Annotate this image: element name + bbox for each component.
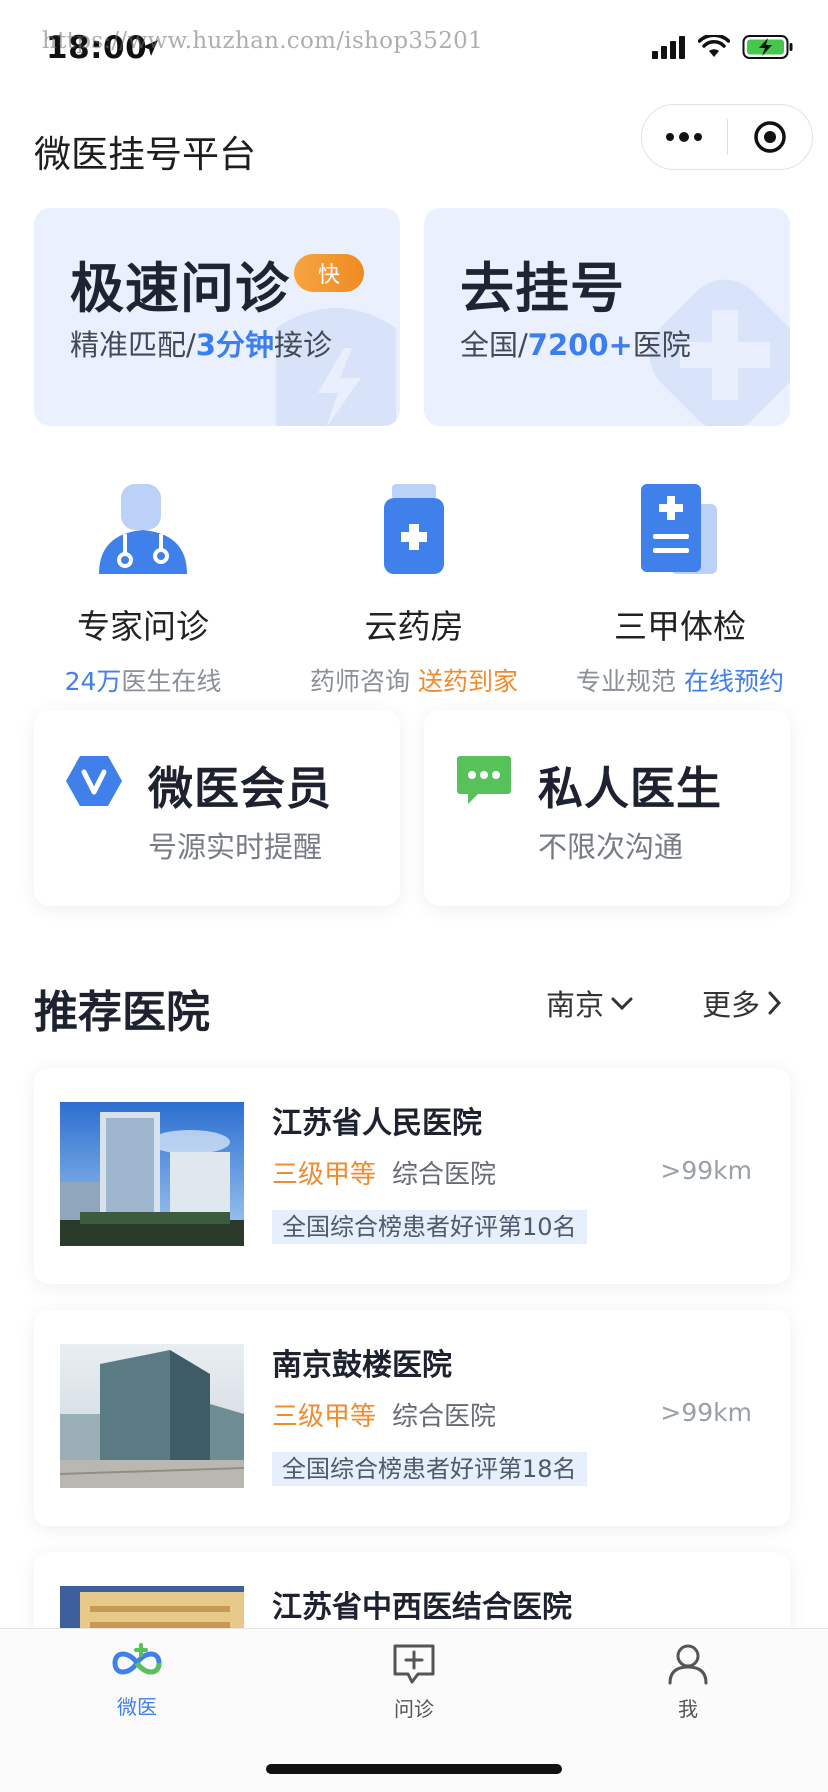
service-desc-text: 专业规范 [576,667,684,696]
medicine-bottle-icon [384,484,444,574]
wifi-icon [698,35,730,57]
service-name: 三甲体检 [614,607,746,646]
hospital-photo [60,1102,244,1246]
hospital-name: 江苏省人民医院 [272,1106,482,1141]
more-dots-icon [666,132,703,142]
hospital-rank-tag: 全国综合榜患者好评第10名 [272,1210,587,1244]
tab-consult[interactable]: 问诊 [354,1643,474,1722]
service-name: 云药房 [364,607,464,646]
vip-member-title: 微医会员 [148,762,333,815]
section-title: 推荐医院 [34,987,210,1038]
service-desc: 专业规范 在线预约 [542,662,818,698]
vip-member-subtitle: 号源实时提醒 [148,830,323,864]
watermark: https://www.huzhan.com/ishop35201 [42,28,484,54]
hospital-level: 三级甲等 [272,1160,377,1190]
tab-me[interactable]: 我 [628,1643,748,1722]
register-sub-highlight: 7200+ [527,328,633,362]
quick-consult-sub-text: 精准匹配/ [70,328,196,362]
service-checkup[interactable]: 三甲体检 专业规范 在线预约 [542,474,818,698]
chat-bubble-icon [457,756,511,804]
quick-consult-title: 极速问诊 [70,257,290,320]
hospital-rank-tag: 全国综合榜患者好评第18名 [272,1452,587,1486]
service-pharmacy[interactable]: 云药房 药师咨询 送药到家 [276,474,552,698]
quick-consult-subtitle: 精准匹配/3分钟接诊 [70,322,332,364]
vip-v-icon [66,756,122,806]
page-title: 微医挂号平台 [34,133,256,176]
private-doctor-subtitle: 不限次沟通 [538,830,684,864]
more-label: 更多 [702,988,761,1022]
chevron-right-icon [768,991,782,1015]
home-indicator[interactable] [266,1764,562,1774]
hospital-level: 三级甲等 [272,1402,377,1432]
hospital-card[interactable]: 南京鼓楼医院 三级甲等 综合医院 >99km 全国综合榜患者好评第18名 [34,1310,790,1526]
quick-consult-sub-tail: 接诊 [273,328,332,362]
service-desc-highlight: 在线预约 [683,667,784,696]
vip-member-card[interactable]: 微医会员 号源实时提醒 [34,710,400,906]
doctor-icon [99,484,187,574]
register-subtitle: 全国/7200+医院 [460,322,691,364]
private-doctor-card[interactable]: 私人医生 不限次沟通 [424,710,790,906]
private-doctor-title: 私人医生 [538,762,723,815]
register-sub-tail: 医院 [632,328,691,362]
city-selector[interactable]: 南京 [546,982,634,1024]
service-desc-highlight: 24万 [64,667,122,696]
tab-weiyi[interactable]: 微医 [77,1643,197,1720]
medical-report-icon [641,484,717,574]
tab-label: 我 [678,1697,698,1721]
hospital-photo [60,1344,244,1488]
battery-charging-icon [742,35,793,59]
tab-label: 微医 [117,1695,157,1719]
fast-badge: 快 [294,254,364,292]
tab-label: 问诊 [394,1697,434,1721]
person-icon [668,1644,708,1685]
service-desc-highlight: 送药到家 [417,667,518,696]
hospital-distance: >99km [660,1156,752,1185]
service-desc-text: 医生在线 [121,667,222,696]
close-miniprogram-button[interactable] [728,105,813,169]
hospital-distance: >99km [660,1398,752,1427]
hospital-name: 南京鼓楼医院 [272,1348,452,1383]
status-indicators [652,34,794,60]
hospital-type: 综合医院 [392,1160,497,1190]
register-title: 去挂号 [460,257,625,320]
consult-icon [393,1644,435,1684]
miniprogram-capsule [641,104,813,170]
register-card[interactable]: 去挂号 全国/7200+医院 [424,208,790,426]
service-name: 专家问诊 [77,607,209,646]
hospital-name: 江苏省中西医结合医院 [272,1590,572,1625]
more-link[interactable]: 更多 [702,982,782,1024]
service-desc-text: 药师咨询 [310,667,418,696]
quick-consult-card[interactable]: 极速问诊 快 精准匹配/3分钟接诊 [34,208,400,426]
hospital-type: 综合医院 [392,1402,497,1432]
status-bar: 18:00 https://www.huzhan.com/ishop35201 [0,0,828,90]
hospital-card[interactable]: 江苏省人民医院 三级甲等 综合医院 >99km 全国综合榜患者好评第10名 [34,1068,790,1284]
service-desc: 24万医生在线 [5,662,281,698]
weiyi-logo-icon [112,1643,162,1675]
city-label: 南京 [546,988,605,1022]
signal-icon [652,36,685,59]
quick-consult-sub-highlight: 3分钟 [195,328,274,362]
register-sub-text: 全国/ [460,328,528,362]
service-desc: 药师咨询 送药到家 [276,662,552,698]
service-expert-consult[interactable]: 专家问诊 24万医生在线 [5,474,281,698]
more-menu-button[interactable] [642,105,727,169]
target-circle-icon [754,121,786,153]
chevron-down-icon [611,997,633,1011]
